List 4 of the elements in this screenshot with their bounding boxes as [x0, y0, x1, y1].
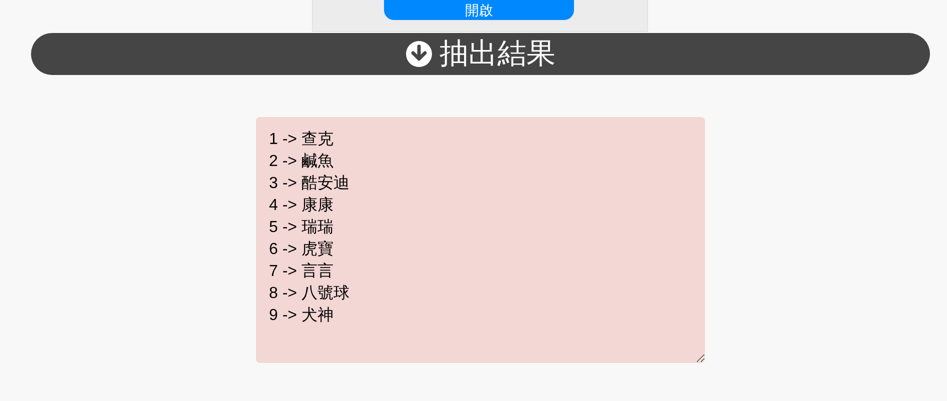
- section-title: 抽出結果: [440, 37, 556, 72]
- download-icon: [406, 41, 432, 67]
- result-field[interactable]: 1 -> 查克 2 -> 鹹魚 3 -> 酷安迪 4 -> 康康 5 -> 瑞瑞 6 -> 虎寶 7 -> 言言 8 -> 八號球 9 -> 犬神: [256, 117, 705, 363]
- open-button[interactable]: 開啟: [384, 0, 574, 20]
